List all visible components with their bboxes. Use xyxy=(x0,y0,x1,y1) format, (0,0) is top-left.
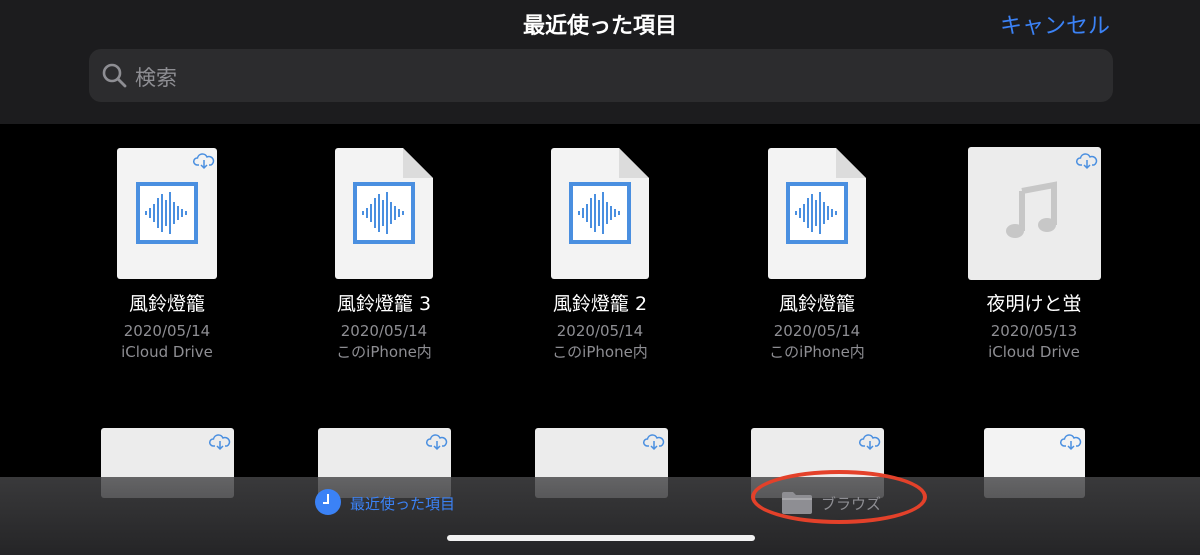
file-name: 風鈴燈籠 2 xyxy=(552,293,648,315)
file-date: 2020/05/14 xyxy=(340,322,428,340)
page-fold xyxy=(619,148,649,178)
search-placeholder: 検索 xyxy=(135,66,177,90)
cloud-download-icon xyxy=(643,434,665,451)
cloud-download-icon xyxy=(193,153,215,170)
tab-recent-label: 最近使った項目 xyxy=(350,495,456,513)
file-location: iCloud Drive xyxy=(121,343,213,361)
music-note-icon xyxy=(1006,181,1057,238)
file-location: このiPhone内 xyxy=(769,343,865,361)
file-name: 風鈴燈籠 3 xyxy=(336,293,432,315)
audio-file-thumbnail xyxy=(551,148,649,279)
file-name: 風鈴燈籠 xyxy=(128,293,205,315)
cloud-download-icon xyxy=(1076,153,1098,170)
tab-recent[interactable]: 最近使った項目 xyxy=(315,489,475,515)
cloud-download-icon xyxy=(859,434,881,451)
cloud-download-icon xyxy=(1060,434,1082,451)
file-date: 2020/05/14 xyxy=(556,322,644,340)
audio-file-thumbnail xyxy=(768,148,866,279)
waveform-icon xyxy=(353,182,415,244)
tab-bar: 最近使った項目 ブラウズ xyxy=(0,477,1200,555)
file-location: iCloud Drive xyxy=(988,343,1080,361)
file-date: 2020/05/14 xyxy=(773,322,861,340)
music-file-thumbnail xyxy=(968,147,1101,280)
cloud-download-icon xyxy=(426,434,448,451)
nav-header: 最近使った項目 キャンセル 検索 xyxy=(0,0,1200,125)
cancel-button[interactable]: キャンセル xyxy=(1000,8,1110,40)
file-date: 2020/05/13 xyxy=(990,322,1078,340)
waveform-icon xyxy=(786,182,848,244)
cloud-download-icon xyxy=(209,434,231,451)
waveform-icon xyxy=(569,182,631,244)
annotation-ring xyxy=(751,470,927,524)
audio-file-thumbnail xyxy=(335,148,433,279)
file-name: 夜明けと蛍 xyxy=(986,293,1082,315)
clock-icon xyxy=(315,489,341,515)
file-location: このiPhone内 xyxy=(336,343,432,361)
home-indicator[interactable] xyxy=(447,535,755,541)
search-input[interactable]: 検索 xyxy=(89,49,1113,102)
file-date: 2020/05/14 xyxy=(123,322,211,340)
file-location: このiPhone内 xyxy=(552,343,648,361)
page-fold xyxy=(836,148,866,178)
page-fold xyxy=(403,148,433,178)
waveform-icon xyxy=(136,182,198,244)
file-name: 風鈴燈籠 xyxy=(778,293,855,315)
audio-file-thumbnail xyxy=(117,148,217,279)
search-icon xyxy=(102,63,127,88)
